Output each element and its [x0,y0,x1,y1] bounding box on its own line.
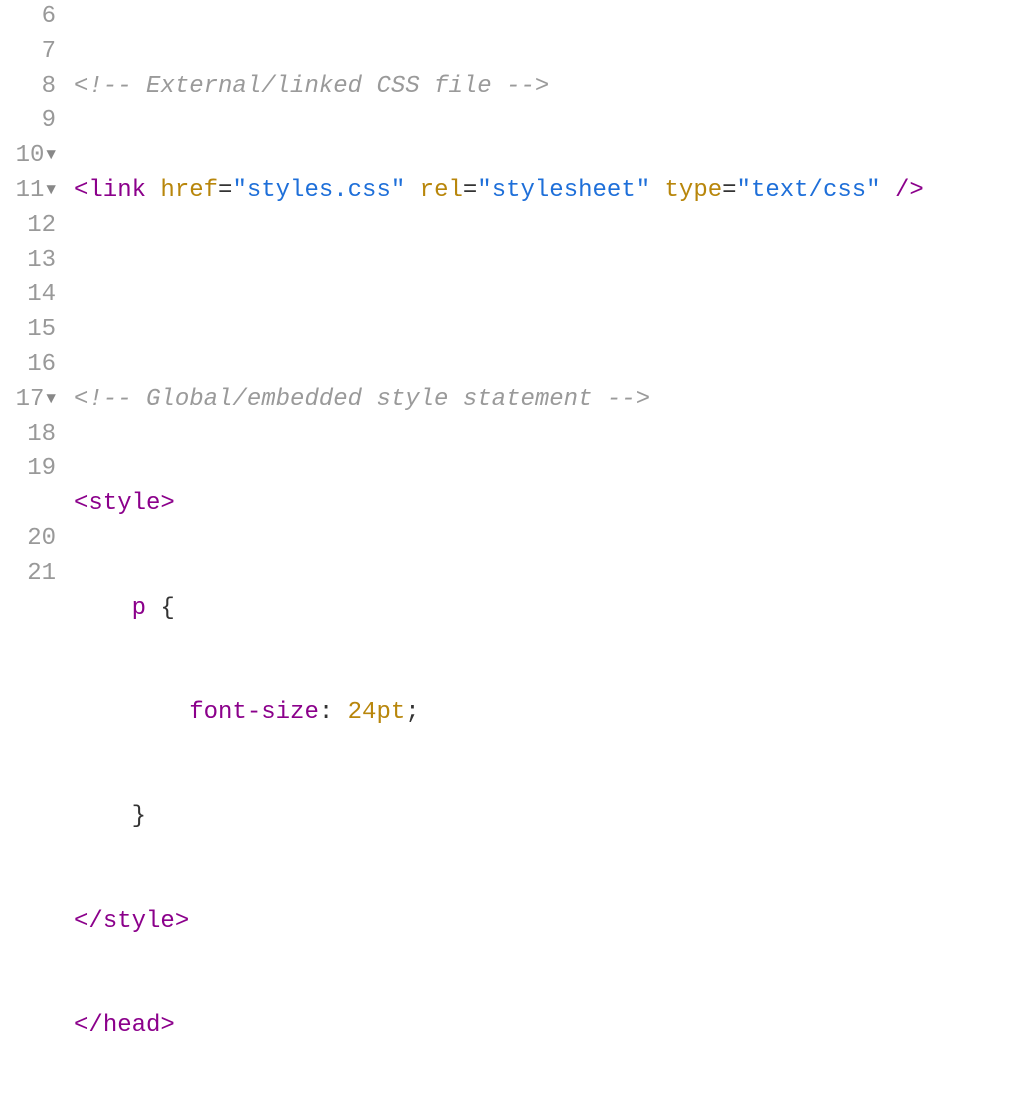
line-number: 20 [0,522,56,557]
line-number: 8 [0,70,56,105]
line-number: 19 [0,452,56,487]
line-number: 13 [0,244,56,279]
line-number: 9 [0,104,56,139]
line-number: 16 [0,348,56,383]
attr-value: "stylesheet" [477,174,650,209]
line-number[interactable]: 10▼ [0,139,56,174]
line-number[interactable]: 17▼ [0,383,56,418]
css-property: font-size [189,696,319,731]
line-number-gutter: 6 7 8 9 10▼ 11▼ 12 13 14 15 16 17▼ 18 19… [0,0,62,1106]
code-line[interactable]: p { [74,592,1024,627]
tag-name: style [88,487,160,522]
line-number[interactable]: 11▼ [0,174,56,209]
code-line[interactable]: </head> [74,1009,1024,1044]
code-line[interactable]: <!-- Global/embedded style statement --> [74,383,1024,418]
line-number: 12 [0,209,56,244]
line-number: 7 [0,35,56,70]
attr-value: "text/css" [737,174,881,209]
attr-name: rel [420,174,463,209]
code-line[interactable]: <!-- External/linked CSS file --> [74,70,1024,105]
code-line[interactable]: <link href="styles.css" rel="stylesheet"… [74,174,1024,209]
attr-name: href [160,174,218,209]
css-selector: p [132,592,146,627]
tag-name: link [88,174,146,209]
attr-name: type [665,174,723,209]
line-number: 18 [0,418,56,453]
attr-value: "styles.css" [232,174,405,209]
code-line[interactable]: </style> [74,905,1024,940]
fold-toggle-icon[interactable]: ▼ [46,179,56,202]
line-number [0,487,56,522]
comment-text: <!-- External/linked CSS file --> [74,70,549,105]
fold-toggle-icon[interactable]: ▼ [46,144,56,167]
code-line[interactable]: <style> [74,487,1024,522]
comment-text: <!-- Global/embedded style statement --> [74,383,650,418]
code-editor-content[interactable]: <!-- External/linked CSS file --> <link … [62,0,1024,1106]
css-value: 24pt [348,696,406,731]
code-line[interactable]: } [74,800,1024,835]
tag-name: head [103,1009,161,1044]
line-number: 14 [0,278,56,313]
tag-name: style [103,905,175,940]
line-number: 15 [0,313,56,348]
fold-toggle-icon[interactable]: ▼ [46,388,56,411]
code-line[interactable]: font-size: 24pt; [74,696,1024,731]
line-number: 21 [0,557,56,592]
code-line[interactable] [74,278,1024,313]
line-number: 6 [0,0,56,35]
